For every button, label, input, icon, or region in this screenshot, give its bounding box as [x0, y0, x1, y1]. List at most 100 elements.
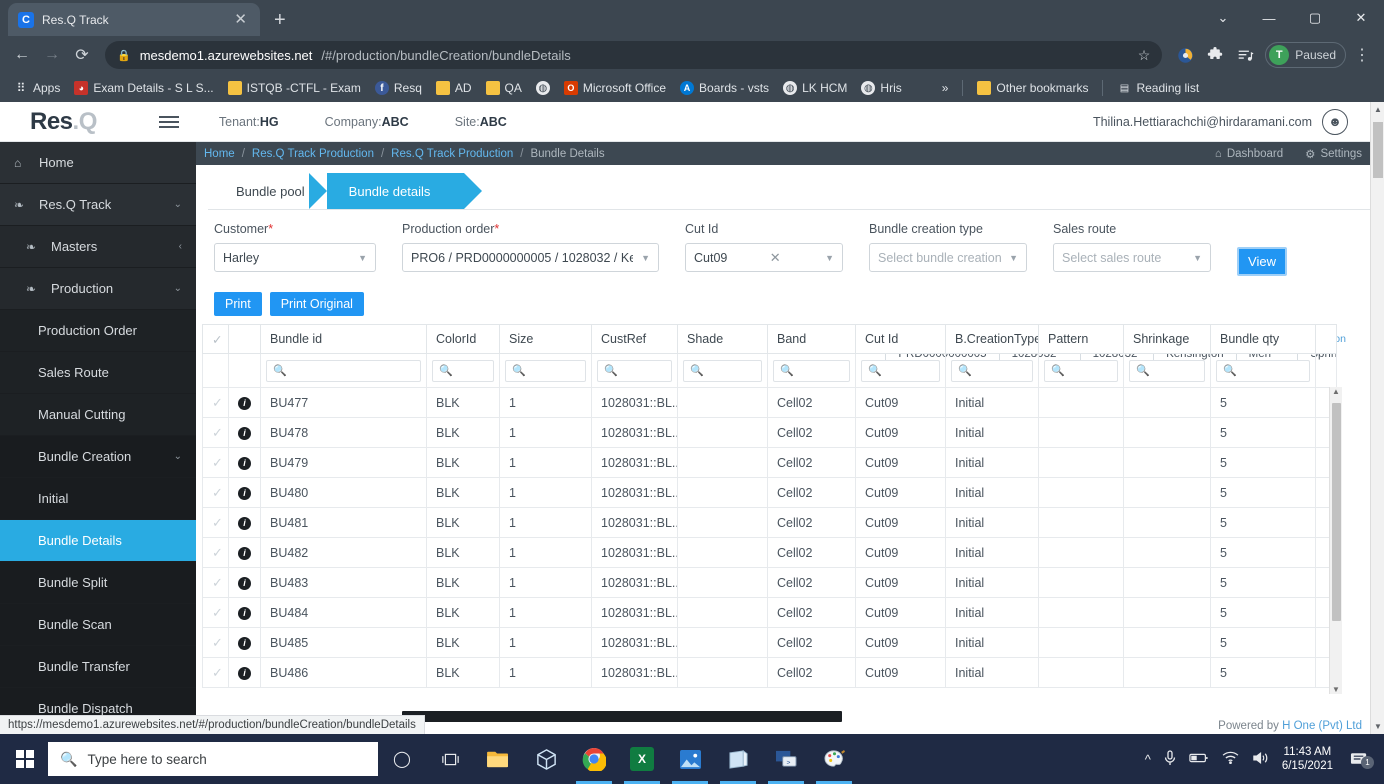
table-row[interactable]: ✓iBU477BLK11028031::BL...Cell02Cut09Init… — [203, 388, 1337, 418]
row-info-icon[interactable]: i — [229, 658, 261, 688]
row-info-icon[interactable]: i — [229, 628, 261, 658]
filter-pattern[interactable]: 🔍 — [1039, 354, 1124, 388]
row-checkbox[interactable]: ✓ — [203, 388, 229, 418]
breadcrumb-item-home[interactable]: Home — [204, 148, 235, 160]
sidebar-item-sales-route[interactable]: Sales Route — [0, 352, 196, 394]
row-info-icon[interactable]: i — [229, 508, 261, 538]
sidebar-item-initial[interactable]: Initial — [0, 478, 196, 520]
scroll-down-icon[interactable]: ▼ — [1371, 722, 1384, 731]
search-input[interactable]: 🔍 — [683, 360, 762, 382]
other-bookmarks-button[interactable]: Other bookmarks — [971, 78, 1094, 98]
table-row[interactable]: ✓iBU486BLK11028031::BL...Cell02Cut09Init… — [203, 658, 1337, 688]
bookmarks-overflow-icon[interactable]: » — [936, 78, 955, 98]
column-cust-ref[interactable]: CustRef — [592, 325, 678, 354]
scrollbar-thumb[interactable] — [1373, 122, 1383, 178]
battery-icon[interactable] — [1189, 752, 1209, 767]
sidebar-item-bundle-scan[interactable]: Bundle Scan — [0, 604, 196, 646]
reload-icon[interactable]: ⟳ — [68, 41, 96, 69]
taskbar-search-box[interactable]: 🔍 Type here to search — [48, 742, 378, 776]
column-band[interactable]: Band — [768, 325, 856, 354]
new-tab-button[interactable]: + — [274, 10, 286, 30]
table-row[interactable]: ✓iBU479BLK11028031::BL...Cell02Cut09Init… — [203, 448, 1337, 478]
bookmark-exam-details[interactable]: ◕ Exam Details - S L S... — [68, 78, 219, 98]
row-info-icon[interactable]: i — [229, 568, 261, 598]
bookmark-istqb[interactable]: ISTQB -CTFL - Exam — [222, 78, 367, 98]
file-explorer-icon[interactable] — [474, 734, 522, 784]
browser-menu-icon[interactable]: ⋮ — [1348, 41, 1376, 69]
table-row[interactable]: ✓iBU483BLK11028031::BL...Cell02Cut09Init… — [203, 568, 1337, 598]
horizontal-scrollbar[interactable] — [402, 711, 842, 722]
table-row[interactable]: ✓iBU478BLK11028031::BL...Cell02Cut09Init… — [203, 418, 1337, 448]
profile-guest-icon[interactable] — [1171, 41, 1199, 69]
column-creation-type[interactable]: B.CreationType — [946, 325, 1039, 354]
filter-cut-id[interactable]: 🔍 — [856, 354, 946, 388]
row-info-icon[interactable]: i — [229, 598, 261, 628]
microphone-icon[interactable] — [1164, 750, 1176, 769]
sidebar-item-resq-track[interactable]: ❧ Res.Q Track ⌄ — [0, 184, 196, 226]
row-info-icon[interactable]: i — [229, 538, 261, 568]
avatar[interactable]: ☻ — [1322, 109, 1348, 135]
bookmark-lk-hcm[interactable]: ◍ LK HCM — [777, 78, 853, 98]
search-input[interactable]: 🔍 — [951, 360, 1033, 382]
bookmark-boards-vsts[interactable]: A Boards - vsts — [674, 78, 775, 98]
bookmark-apps[interactable]: ⠿ Apps — [8, 78, 66, 98]
cut-id-select[interactable]: Cut09 ✕ ▼ — [685, 243, 843, 272]
column-shrinkage[interactable]: Shrinkage — [1124, 325, 1211, 354]
filter-creation-type[interactable]: 🔍 — [946, 354, 1039, 388]
back-icon[interactable]: ← — [8, 41, 36, 69]
taskbar-clock[interactable]: 11:43 AM 6/15/2021 — [1282, 745, 1333, 773]
search-input[interactable]: 🔍 — [1044, 360, 1118, 382]
row-checkbox[interactable]: ✓ — [203, 598, 229, 628]
paint-icon[interactable] — [810, 734, 858, 784]
search-input[interactable]: 🔍 — [773, 360, 850, 382]
print-button[interactable]: Print — [214, 292, 262, 316]
column-size[interactable]: Size — [500, 325, 592, 354]
filter-bundle-qty[interactable]: 🔍 — [1211, 354, 1316, 388]
task-view-icon[interactable] — [426, 734, 474, 784]
row-info-icon[interactable]: i — [229, 478, 261, 508]
row-info-icon[interactable]: i — [229, 388, 261, 418]
forward-icon[interactable]: → — [38, 41, 66, 69]
cortana-icon[interactable]: ◯ — [378, 734, 426, 784]
print-original-button[interactable]: Print Original — [270, 292, 364, 316]
hamburger-menu-icon[interactable] — [159, 116, 179, 128]
photos-icon[interactable] — [666, 734, 714, 784]
row-checkbox[interactable]: ✓ — [203, 628, 229, 658]
settings-link[interactable]: ⚙ Settings — [1305, 147, 1362, 161]
bookmark-hris[interactable]: ◍ Hris — [855, 78, 907, 98]
row-info-icon[interactable]: i — [229, 448, 261, 478]
chrome-icon[interactable] — [570, 734, 618, 784]
sticky-notes-icon[interactable] — [714, 734, 762, 784]
start-button[interactable] — [2, 734, 48, 784]
h-one-link[interactable]: H One (Pvt) Ltd — [1282, 720, 1362, 732]
column-shade[interactable]: Shade — [678, 325, 768, 354]
sidebar-item-production[interactable]: ❧ Production ⌄ — [0, 268, 196, 310]
breadcrumb-item-production-2[interactable]: Res.Q Track Production — [391, 148, 513, 160]
minimize-button[interactable]: — — [1246, 0, 1292, 36]
tab-bundle-details[interactable]: Bundle details — [327, 173, 465, 209]
customer-select[interactable]: Harley ▼ — [214, 243, 376, 272]
search-input[interactable]: 🔍 — [266, 360, 421, 382]
browser-tab[interactable]: C Res.Q Track ✕ — [8, 3, 260, 36]
dashboard-link[interactable]: ⌂ Dashboard — [1215, 147, 1283, 161]
table-row[interactable]: ✓iBU485BLK11028031::BL...Cell02Cut09Init… — [203, 628, 1337, 658]
column-cut-id[interactable]: Cut Id — [856, 325, 946, 354]
row-checkbox[interactable]: ✓ — [203, 658, 229, 688]
column-pattern[interactable]: Pattern — [1039, 325, 1124, 354]
reading-list-icon[interactable] — [1231, 41, 1259, 69]
table-row[interactable]: ✓iBU481BLK11028031::BL...Cell02Cut09Init… — [203, 508, 1337, 538]
sales-route-select[interactable]: Select sales route ▼ — [1053, 243, 1211, 272]
column-bundle-id[interactable]: Bundle id — [261, 325, 427, 354]
bookmark-ad[interactable]: AD — [430, 78, 478, 98]
bookmark-qa[interactable]: QA — [480, 78, 528, 98]
row-checkbox[interactable]: ✓ — [203, 418, 229, 448]
column-color-id[interactable]: ColorId — [427, 325, 500, 354]
search-input[interactable]: 🔍 — [1129, 360, 1205, 382]
clear-icon[interactable]: ✕ — [764, 250, 781, 266]
address-bar[interactable]: 🔒 mesdemo1.azurewebsites.net/#/productio… — [105, 41, 1162, 69]
profile-chip[interactable]: T Paused — [1265, 42, 1346, 68]
scroll-up-icon[interactable]: ▲ — [1330, 387, 1342, 396]
scroll-up-icon[interactable]: ▲ — [1371, 105, 1384, 114]
chevron-down-icon[interactable]: ⌄ — [1200, 0, 1246, 36]
row-checkbox[interactable]: ✓ — [203, 508, 229, 538]
